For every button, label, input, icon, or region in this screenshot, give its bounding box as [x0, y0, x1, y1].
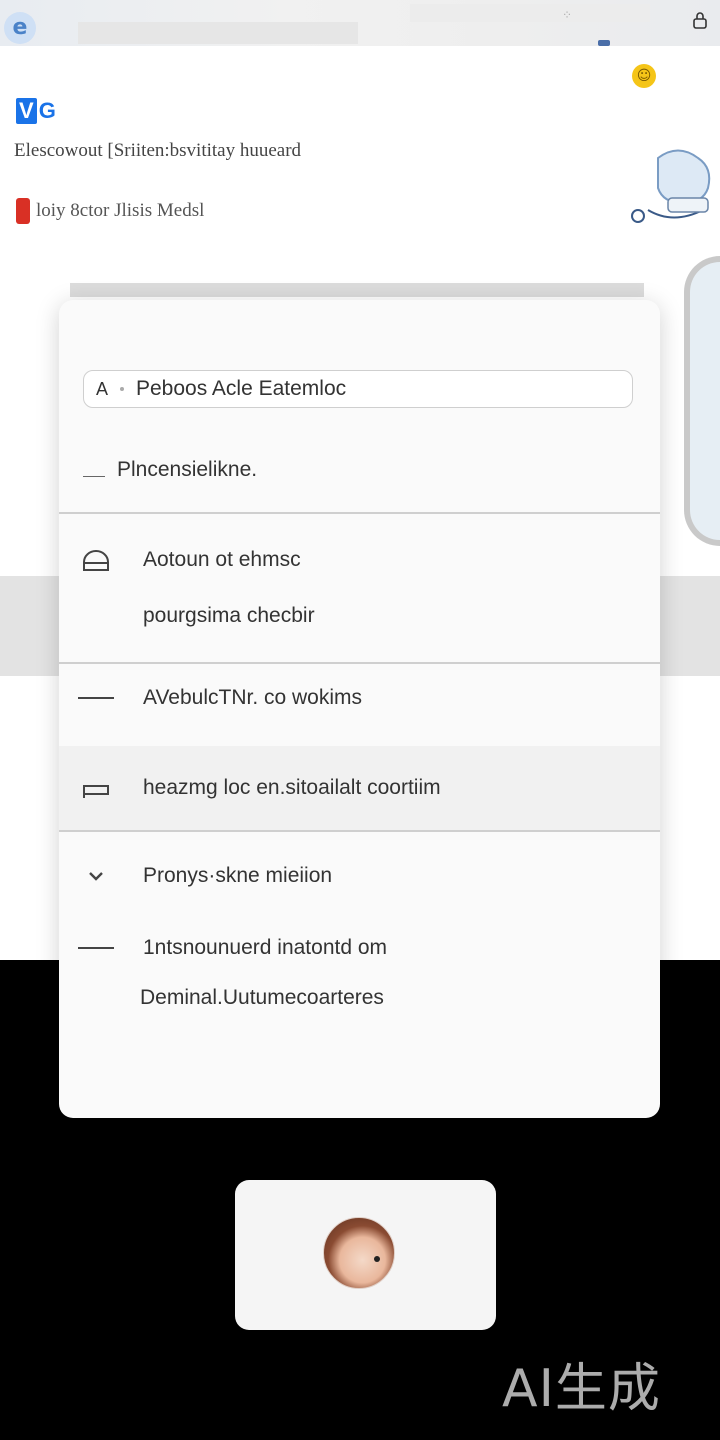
profile-icon: [81, 548, 111, 572]
page-subline[interactable]: loiy 8ctor Jlisis Medsl: [16, 198, 204, 224]
divider: [59, 662, 660, 664]
list-item-label: Pronys·skne mieiion: [143, 864, 333, 887]
bed-icon: [81, 778, 111, 802]
list-item-label: Aotoun ot ehmsc: [143, 548, 301, 571]
avatar[interactable]: [323, 1217, 395, 1289]
list-item-secondary-label: pourgsima checbir: [143, 604, 315, 627]
search-prefix: A: [95, 378, 108, 399]
scrim-strip: [70, 283, 644, 297]
divider: [59, 512, 660, 514]
list-item-label: Plncensielikne.: [117, 458, 258, 481]
divider: [59, 830, 660, 832]
list-item-secondary-label: Deminal.Uutumecoarteres: [140, 986, 384, 1009]
page-headline[interactable]: Elescowout [Sriiten:bsvititay huueard: [14, 140, 301, 162]
dash-icon: [78, 936, 114, 960]
brand-logo[interactable]: VG: [16, 98, 56, 124]
avatar-eye: [374, 1256, 380, 1262]
page-subline-text: loiy 8ctor Jlisis Medsl: [36, 200, 205, 221]
status-bar: e ⁘: [0, 0, 720, 46]
dropdown-dialog: A Peboos Acle Eatemloc Plncensielikne. A…: [59, 300, 660, 1118]
brand-letter: G: [38, 98, 56, 123]
brand-badge: V: [16, 98, 37, 124]
lock-icon-graphic: [693, 12, 707, 29]
search-value: Peboos Acle Eatemloc: [136, 377, 347, 400]
coin-icon[interactable]: ☺: [632, 64, 656, 88]
line-icon: [81, 460, 111, 484]
separator-dot: [120, 387, 124, 391]
watermark-text: AI生成: [502, 1359, 661, 1419]
lock-icon[interactable]: [692, 10, 708, 35]
blurred-region: [78, 22, 358, 44]
list-item-label: 1ntsnounuerd inatontd om: [143, 936, 388, 959]
list-item-label: AVebulcTNr. co wokims: [143, 686, 363, 709]
illustration-image: [631, 149, 711, 223]
blurred-region: [410, 4, 650, 22]
search-input[interactable]: A Peboos Acle Eatemloc: [83, 370, 633, 408]
red-tag-icon: [16, 198, 30, 224]
dots-icon: ⁘: [562, 8, 573, 22]
faucet-image: [684, 256, 720, 546]
list-item-label: heazmg loc en.sitoailalt coortiim: [143, 776, 441, 799]
chevron-down-icon: [81, 864, 111, 888]
dash-icon: [78, 686, 114, 710]
floating-avatar-card[interactable]: [235, 1180, 496, 1330]
browser-icon[interactable]: e: [4, 12, 36, 44]
